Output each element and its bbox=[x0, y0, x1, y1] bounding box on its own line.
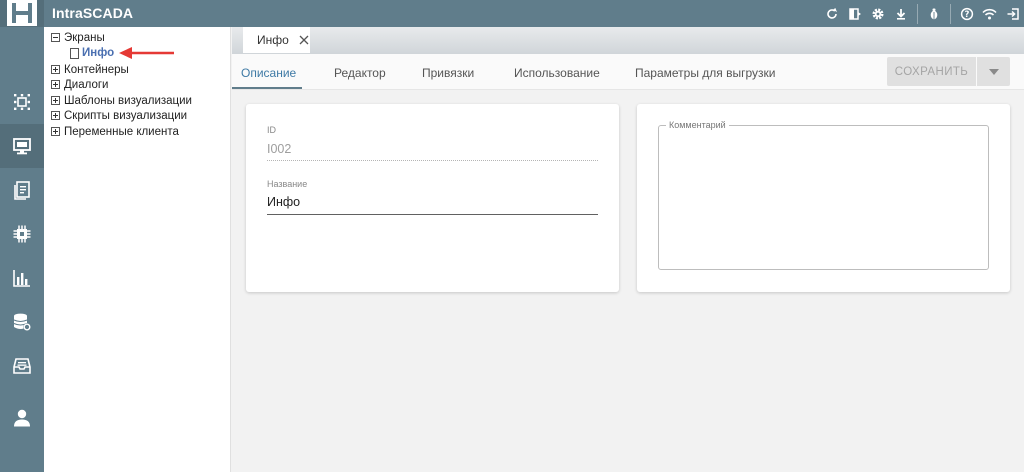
id-field-underline bbox=[267, 160, 598, 161]
name-field[interactable]: Инфо bbox=[267, 195, 300, 209]
chart-icon bbox=[13, 270, 30, 287]
comment-label: Комментарий bbox=[666, 120, 729, 130]
download-icon[interactable] bbox=[889, 0, 912, 27]
subtab-export-params[interactable]: Параметры для выгрузки bbox=[635, 66, 776, 80]
expand-icon[interactable] bbox=[51, 65, 60, 74]
save-options-button[interactable] bbox=[977, 57, 1010, 86]
subtab-usage[interactable]: Использование bbox=[514, 66, 600, 80]
expand-icon[interactable] bbox=[51, 127, 60, 136]
tree-node-containers[interactable]: Контейнеры bbox=[51, 62, 129, 77]
tree-node-info[interactable]: Инфо bbox=[70, 46, 114, 60]
components-icon bbox=[14, 94, 30, 110]
tree-node-label: Шаблоны визуализации bbox=[64, 94, 192, 107]
svg-text:?: ? bbox=[964, 10, 969, 20]
rail-item-hardware[interactable] bbox=[0, 212, 44, 256]
close-icon[interactable] bbox=[298, 33, 310, 47]
tree-node-visual-scripts[interactable]: Скрипты визуализации bbox=[51, 108, 187, 123]
user-icon bbox=[14, 409, 30, 427]
monitor-icon bbox=[13, 138, 31, 155]
name-field-underline bbox=[267, 214, 598, 215]
bug-icon[interactable] bbox=[922, 0, 945, 27]
archive-icon bbox=[13, 358, 31, 374]
documents-icon bbox=[14, 181, 30, 200]
tree-node-label: Экраны bbox=[64, 31, 105, 44]
gear-icon[interactable] bbox=[866, 0, 889, 27]
save-button[interactable]: СОХРАНИТЬ bbox=[887, 57, 976, 86]
tree-node-visual-templates[interactable]: Шаблоны визуализации bbox=[51, 93, 192, 108]
tree-node-label: Переменные клиента bbox=[64, 125, 179, 138]
id-field: I002 bbox=[267, 142, 292, 156]
rail-item-documents[interactable] bbox=[0, 168, 44, 212]
document-tabs: Инфо bbox=[232, 27, 1024, 54]
tree-node-label: Диалоги bbox=[64, 78, 109, 91]
project-tree: Экраны Инфо Контейнеры Диалоги Шаблоны в… bbox=[44, 27, 231, 472]
name-label: Название bbox=[267, 179, 308, 189]
tree-node-client-variables[interactable]: Переменные клиента bbox=[51, 124, 179, 139]
tab-info[interactable]: Инфо bbox=[243, 27, 310, 53]
expand-icon[interactable] bbox=[51, 96, 60, 105]
tab-label: Инфо bbox=[257, 33, 289, 47]
app-title: IntraSCADA bbox=[52, 5, 134, 21]
toolbar-separator bbox=[912, 0, 922, 27]
toolbar-separator bbox=[945, 0, 955, 27]
top-bar: IntraSCADA ? bbox=[0, 0, 1024, 27]
tree-node-dialogs[interactable]: Диалоги bbox=[51, 77, 108, 92]
logout-icon[interactable] bbox=[1001, 0, 1024, 27]
comment-textarea[interactable]: Комментарий bbox=[658, 120, 989, 270]
tree-node-screens[interactable]: Экраны bbox=[51, 30, 105, 45]
rail-item-components[interactable] bbox=[0, 80, 44, 124]
rail-item-database[interactable] bbox=[0, 300, 44, 344]
subtab-bindings[interactable]: Привязки bbox=[422, 66, 474, 80]
logo-icon bbox=[7, 0, 37, 26]
chevron-down-icon bbox=[988, 68, 999, 75]
tree-node-label: Скрипты визуализации bbox=[64, 109, 188, 122]
comment-card: Комментарий bbox=[637, 104, 1010, 292]
chip-icon bbox=[13, 225, 31, 243]
annotation-arrow-icon bbox=[119, 47, 174, 59]
app-logo[interactable] bbox=[0, 0, 44, 27]
editor-area: Инфо Описание Редактор Привязки Использо… bbox=[232, 27, 1024, 472]
wifi-icon[interactable] bbox=[978, 0, 1001, 27]
help-icon[interactable]: ? bbox=[955, 0, 978, 27]
screen-share-icon[interactable] bbox=[843, 0, 866, 27]
rail-item-screens[interactable] bbox=[0, 124, 44, 168]
rail-item-charts[interactable] bbox=[0, 256, 44, 300]
refresh-icon[interactable] bbox=[820, 0, 843, 27]
database-settings-icon bbox=[13, 313, 31, 331]
properties-card: ID I002 Название Инфо bbox=[246, 104, 619, 292]
tree-node-label: Контейнеры bbox=[64, 63, 129, 76]
subtab-editor[interactable]: Редактор bbox=[334, 66, 386, 80]
expand-icon[interactable] bbox=[51, 80, 60, 89]
active-tab-indicator bbox=[232, 87, 302, 89]
toolbar: ? bbox=[820, 0, 1024, 27]
page-icon bbox=[70, 47, 79, 59]
rail-item-archive[interactable] bbox=[0, 344, 44, 388]
tree-node-label: Инфо bbox=[82, 47, 115, 59]
left-nav-rail bbox=[0, 27, 44, 472]
id-label: ID bbox=[267, 125, 276, 135]
collapse-icon[interactable] bbox=[51, 33, 60, 42]
subtab-description[interactable]: Описание bbox=[241, 66, 296, 80]
expand-icon[interactable] bbox=[51, 111, 60, 120]
rail-item-user[interactable] bbox=[0, 396, 44, 440]
